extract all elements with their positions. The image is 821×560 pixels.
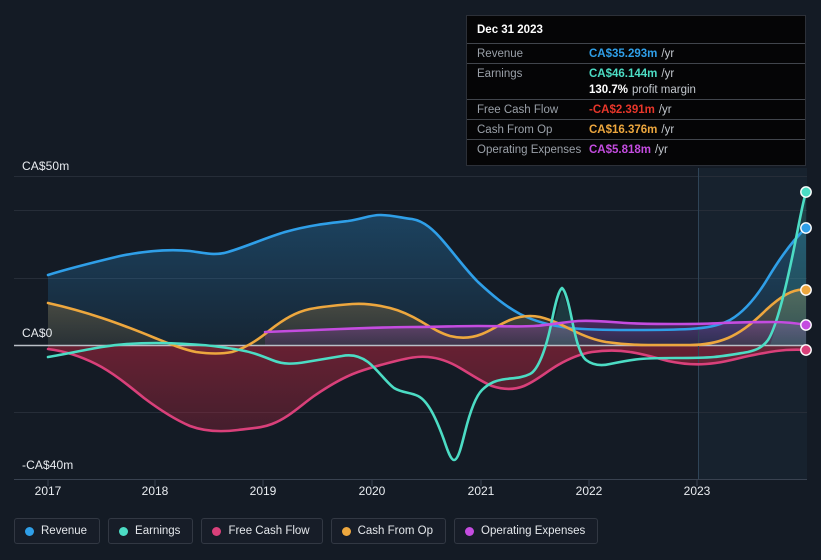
tooltip-row-revenue: Revenue CA$35.293m /yr	[467, 43, 805, 63]
x-axis-labels: 2017 2018 2019 2020 2021 2022 2023	[0, 484, 821, 502]
legend-item-free-cash-flow[interactable]: Free Cash Flow	[201, 518, 323, 544]
tooltip-value: 130.7%	[589, 84, 629, 96]
tooltip-suffix: profit margin	[632, 84, 696, 96]
tooltip-row-operating-expenses: Operating Expenses CA$5.818m /yr	[467, 139, 805, 159]
cash-from-op-endpoint-dot	[800, 284, 812, 296]
earnings-endpoint-dot	[800, 186, 812, 198]
x-axis-label: 2023	[683, 484, 711, 498]
tooltip-label: Operating Expenses	[477, 144, 582, 156]
tooltip-value: CA$35.293m	[589, 48, 658, 60]
tooltip-value: CA$46.144m	[589, 68, 658, 80]
tooltip-row-cash-from-op: Cash From Op CA$16.376m /yr	[467, 119, 805, 139]
legend-label: Earnings	[135, 525, 181, 537]
data-tooltip: Dec 31 2023 Revenue CA$35.293m /yr Earni…	[466, 15, 806, 166]
tooltip-label: Cash From Op	[477, 124, 553, 136]
x-axis-label: 2022	[575, 484, 603, 498]
tooltip-suffix: /yr	[661, 48, 675, 60]
x-axis-label: 2019	[249, 484, 277, 498]
x-axis-label: 2017	[34, 484, 62, 498]
tooltip-suffix: /yr	[655, 144, 668, 156]
y-axis-label-top: CA$50m	[22, 159, 70, 173]
tooltip-label: Earnings	[477, 68, 523, 80]
legend-item-earnings[interactable]: Earnings	[108, 518, 194, 544]
legend-dot-icon	[25, 526, 34, 536]
revenue-endpoint-dot	[800, 222, 812, 234]
legend-dot-icon	[341, 526, 351, 536]
legend-dot-icon	[212, 526, 222, 536]
y-axis-label-bottom: -CA$40m	[22, 458, 74, 472]
tooltip-suffix: /yr	[658, 104, 672, 116]
legend-label: Revenue	[41, 525, 88, 537]
tooltip-value: -CA$2.391m	[589, 104, 655, 116]
legend-label: Operating Expenses	[481, 525, 586, 537]
legend-item-operating-expenses[interactable]: Operating Expenses	[454, 518, 599, 544]
x-axis-label: 2020	[358, 484, 386, 498]
tooltip-value: CA$5.818m	[589, 144, 652, 156]
tooltip-date: Dec 31 2023	[477, 24, 543, 36]
tooltip-value: CA$16.376m	[589, 124, 658, 136]
legend-dot-icon	[119, 526, 129, 536]
earnings-positive-area	[545, 292, 578, 345]
tooltip-row-free-cash-flow: Free Cash Flow -CA$2.391m /yr	[467, 99, 805, 119]
legend-label: Free Cash Flow	[228, 525, 310, 537]
legend-item-revenue[interactable]: Revenue	[14, 518, 101, 544]
tooltip-label: Revenue	[477, 48, 524, 60]
legend-item-cash-from-op[interactable]: Cash From Op	[330, 518, 447, 544]
tooltip-label: Free Cash Flow	[477, 104, 559, 116]
free-cash-flow-endpoint-dot	[800, 344, 812, 356]
tooltip-row-profit-margin: 130.7% profit margin	[467, 83, 805, 99]
legend-label: Cash From Op	[357, 525, 434, 537]
y-axis-label-zero: CA$0	[22, 326, 53, 340]
operating-expenses-endpoint-dot	[800, 319, 812, 331]
x-axis-label: 2021	[467, 484, 495, 498]
legend-dot-icon	[465, 526, 475, 536]
x-axis-label: 2018	[141, 484, 169, 498]
chart-legend: Revenue Earnings Free Cash Flow Cash Fro…	[14, 518, 599, 544]
tooltip-suffix: /yr	[661, 124, 675, 136]
tooltip-suffix: /yr	[661, 68, 675, 80]
tooltip-row-earnings: Earnings CA$46.144m /yr	[467, 63, 805, 83]
